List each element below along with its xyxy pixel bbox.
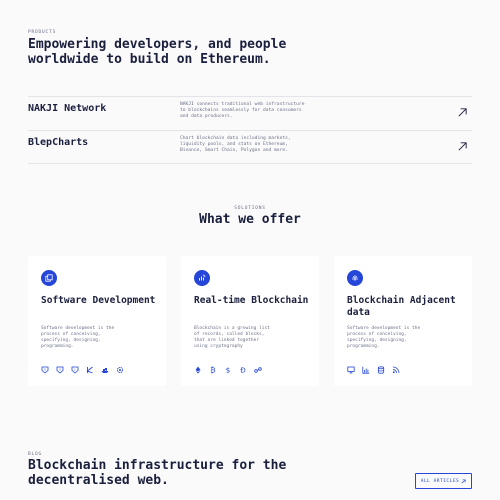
shield-icon: 3 [56,366,64,374]
product-row-blepcharts[interactable]: BlepCharts Chart blockchain data includi… [28,130,472,164]
signal-icon [392,366,400,374]
link-icon [254,367,262,373]
card-description: Blockchain is a growing list of records,… [194,326,270,349]
arrow-up-right-icon [461,479,466,483]
product-description: NAKJI connects traditional web infrastru… [180,102,305,119]
svg-text:₿: ₿ [210,367,215,374]
copy-icon [41,270,57,286]
card-title: Real-time Blockchain [194,295,309,306]
bar-chart-icon [362,366,370,374]
product-description: Chart blockchain data including markets,… [180,136,291,153]
product-name: NAKJI Network [28,103,107,114]
offer-title: What we offer [199,212,301,227]
all-articles-button[interactable]: ALL ARTICLES [415,473,472,489]
monitor-icon [347,366,355,374]
refresh-chart-icon [194,270,210,286]
card-blockchain-adjacent-data[interactable]: Blockchain Adjacent data Software develo… [334,256,472,386]
dash-icon: Đ [240,367,246,374]
arrow-up-right-icon[interactable] [457,107,468,118]
svg-text:$: $ [226,367,230,374]
database-icon [377,366,385,374]
products-eyebrow: PRODUCTS [28,30,57,35]
dollar-icon: $ [226,367,230,374]
product-name: BlepCharts [28,137,89,148]
card-software-development[interactable]: Software Development Software developmen… [28,256,166,386]
card-title: Blockchain Adjacent data [347,295,456,318]
svg-text:3: 3 [59,368,61,372]
card-real-time-blockchain[interactable]: Real-time Blockchain Blockchain is a gro… [181,256,319,386]
svg-text:J: J [74,368,76,372]
k-logo-icon [86,366,93,374]
blog-eyebrow: BLOG [28,452,43,457]
card-title: Software Development [41,295,156,306]
bitcoin-icon: ₿ [210,367,215,374]
all-articles-label: ALL ARTICLES [420,478,460,484]
shield-icon: 5 [41,366,49,374]
boat-icon [101,368,109,373]
blog-title: Blockchain infrastructure for the decent… [28,458,287,488]
hero-title: Empowering developers, and people worldw… [28,37,287,67]
svg-text:5: 5 [44,368,46,372]
card-description: Software development is the process of c… [347,326,421,349]
arrow-up-right-icon[interactable] [457,141,468,152]
fingerprint-icon [347,270,363,286]
svg-text:Đ: Đ [240,367,246,374]
product-row-nakji[interactable]: NAKJI Network NAKJI connects traditional… [28,96,472,130]
ethereum-icon [195,366,201,374]
cog-icon [116,366,124,374]
solutions-eyebrow: SOLUTIONS [234,206,266,211]
card-description: Software development is the process of c… [41,326,115,349]
shield-icon: J [71,366,79,374]
